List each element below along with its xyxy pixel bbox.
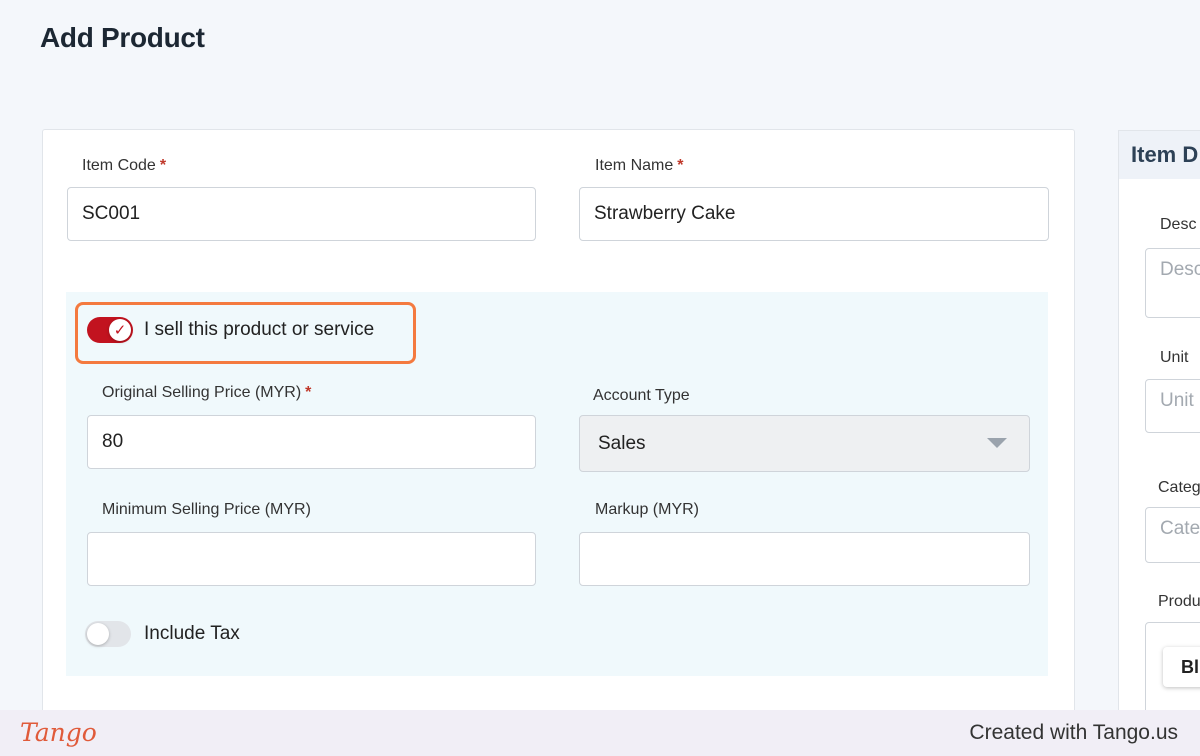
original-price-label-text: Original Selling Price (MYR) xyxy=(102,384,302,401)
highlight-box xyxy=(75,302,416,364)
item-details-panel: Item D Desc Desc Unit Unit Categ Cate Pr… xyxy=(1118,130,1200,730)
required-mark: * xyxy=(677,157,684,174)
account-type-value: Sales xyxy=(598,432,646,454)
minimum-price-label: Minimum Selling Price (MYR) xyxy=(102,501,311,518)
original-price-input[interactable]: 80 xyxy=(87,415,536,469)
account-type-select[interactable]: Sales xyxy=(579,415,1030,472)
item-code-label: Item Code * xyxy=(82,157,166,175)
toggle-knob xyxy=(87,623,109,645)
item-name-label-text: Item Name xyxy=(595,157,674,174)
item-name-input[interactable]: Strawberry Cake xyxy=(579,187,1049,241)
required-mark: * xyxy=(159,157,167,174)
markup-input[interactable] xyxy=(579,532,1030,586)
required-mark: * xyxy=(305,384,312,401)
include-tax-toggle[interactable] xyxy=(85,621,131,647)
include-tax-label: Include Tax xyxy=(144,623,240,644)
product-button[interactable]: Bl xyxy=(1163,647,1200,687)
item-code-input[interactable]: SC001 xyxy=(67,187,536,241)
markup-label: Markup (MYR) xyxy=(595,501,700,518)
footer-bar: Tango Created with Tango.us xyxy=(0,710,1200,756)
description-input[interactable]: Desc xyxy=(1145,248,1200,318)
category-input[interactable]: Cate xyxy=(1145,507,1200,563)
account-type-label: Account Type xyxy=(593,387,690,404)
minimum-price-input[interactable] xyxy=(87,532,536,586)
original-price-label: Original Selling Price (MYR) * xyxy=(102,384,311,402)
tango-logo: Tango xyxy=(20,718,97,747)
item-name-label: Item Name * xyxy=(595,157,683,175)
description-label: Desc xyxy=(1160,216,1197,233)
chevron-down-icon xyxy=(987,438,1007,448)
item-code-label-text: Item Code xyxy=(82,157,156,174)
product-label: Produ xyxy=(1158,593,1200,610)
unit-input[interactable]: Unit xyxy=(1145,379,1200,433)
footer-credit: Created with Tango.us xyxy=(969,721,1178,744)
unit-label: Unit xyxy=(1160,349,1189,366)
category-label: Categ xyxy=(1158,479,1200,496)
item-details-title: Item D xyxy=(1119,131,1200,179)
page-title: Add Product xyxy=(40,22,205,53)
